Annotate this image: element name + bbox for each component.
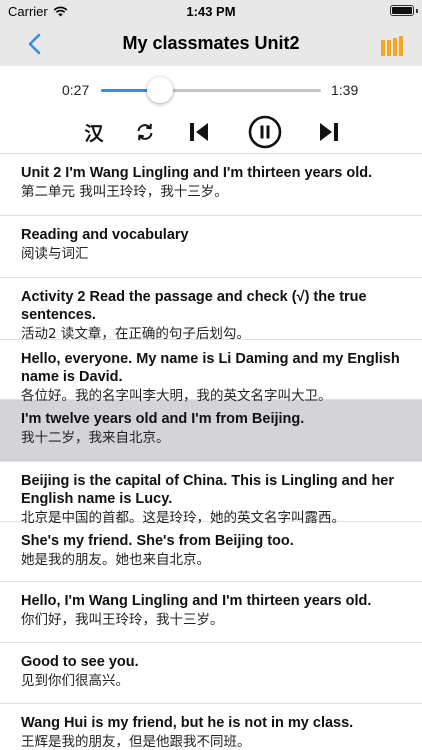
sentence-chinese: 阅读与词汇 (21, 246, 89, 262)
sentence-row[interactable]: Beijing is the capital of China. This is… (0, 462, 422, 526)
current-time: 0:27 (62, 82, 90, 98)
sentence-chinese: 她是我的朋友。她也来自北京。 (21, 552, 210, 568)
sentence-english: I'm twelve years old and I'm from Beijin… (21, 411, 305, 427)
page-title: My classmates Unit2 (122, 33, 300, 53)
screen: Carrier 1:43 PM My classmates Unit2 0:27 (0, 0, 422, 750)
sentence-english: Hello, I'm Wang Lingling and I'm thirtee… (21, 593, 372, 609)
sentence-chinese: 我十二岁，我来自北京。 (21, 430, 170, 446)
sentence-row[interactable]: Activity 2 Read the passage and check (√… (0, 278, 422, 342)
pause-icon (248, 115, 282, 149)
sentence-row[interactable]: Hello, everyone. My name is Li Daming an… (0, 340, 422, 404)
sentence-english: Reading and vocabulary (21, 227, 189, 243)
list-bars-icon[interactable] (380, 36, 406, 56)
status-bar: Carrier 1:43 PM (0, 0, 422, 22)
sentence-row[interactable]: Reading and vocabulary 阅读与词汇 (0, 216, 422, 278)
sentence-english: She's my friend. She's from Beijing too. (21, 533, 294, 549)
sentence-english: Good to see you. (21, 654, 139, 670)
sentence-row[interactable]: I'm twelve years old and I'm from Beijin… (0, 400, 422, 462)
sentence-list: Unit 2 I'm Wang Lingling and I'm thirtee… (0, 154, 422, 750)
previous-icon (190, 123, 208, 141)
total-time: 1:39 (331, 82, 359, 98)
sentence-chinese: 第二单元 我叫王玲玲，我十三岁。 (21, 184, 228, 200)
progress-slider[interactable] (101, 77, 321, 103)
chinese-toggle-button[interactable]: 汉 (80, 116, 108, 148)
sentence-chinese: 王辉是我的朋友，但是他跟我不同班。 (21, 734, 251, 750)
sentence-english: Beijing is the capital of China. This is… (21, 473, 395, 507)
battery-cap (416, 9, 418, 13)
sentence-row[interactable]: Good to see you. 见到你们很高兴。 (0, 643, 422, 704)
chevron-left-icon[interactable] (24, 32, 48, 56)
sentence-english: Activity 2 Read the passage and check (√… (21, 289, 367, 323)
battery-icon (390, 5, 414, 16)
sentence-row[interactable]: Unit 2 I'm Wang Lingling and I'm thirtee… (0, 154, 422, 216)
slider-thumb[interactable] (147, 77, 174, 103)
previous-button[interactable] (186, 116, 212, 148)
audio-player: 0:27 1:39 汉 (0, 66, 422, 154)
next-button[interactable] (316, 116, 342, 148)
sentence-row[interactable]: She's my friend. She's from Beijing too.… (0, 522, 422, 582)
repeat-button[interactable] (133, 116, 157, 148)
sentence-english: Hello, everyone. My name is Li Daming an… (21, 351, 400, 385)
repeat-icon (137, 123, 153, 141)
next-icon (320, 123, 338, 141)
sentence-row[interactable]: Wang Hui is my friend, but he is not in … (0, 704, 422, 750)
sentence-english: Wang Hui is my friend, but he is not in … (21, 715, 354, 731)
sentence-chinese: 你们好，我叫王玲玲，我十三岁。 (21, 612, 224, 628)
navigation-bar: My classmates Unit2 (0, 22, 422, 66)
pause-button[interactable] (247, 114, 283, 150)
status-time: 1:43 PM (186, 4, 236, 19)
sentence-english: Unit 2 I'm Wang Lingling and I'm thirtee… (21, 165, 373, 181)
sentence-row[interactable]: Hello, I'm Wang Lingling and I'm thirtee… (0, 582, 422, 643)
sentence-chinese: 见到你们很高兴。 (21, 673, 129, 689)
battery-level (392, 7, 412, 14)
